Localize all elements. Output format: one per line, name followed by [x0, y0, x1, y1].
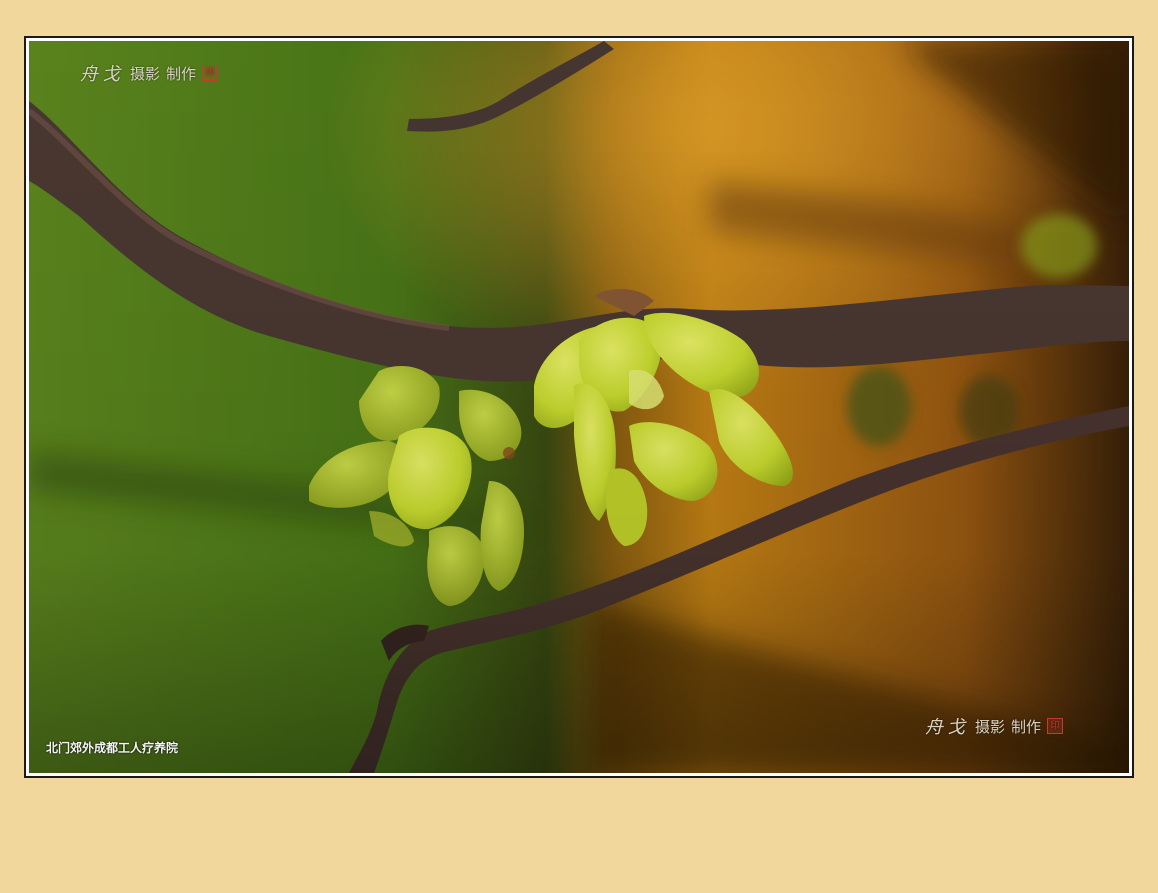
- watermark-label: 摄影: [130, 64, 161, 83]
- watermark-label: 摄影: [975, 717, 1006, 736]
- signature: 舟戈: [925, 717, 969, 738]
- watermark-made: 制作: [1011, 717, 1042, 736]
- wintersweet-photo: [29, 41, 1129, 773]
- photo-caption: 北门郊外成都工人疗养院: [46, 741, 179, 755]
- seal-icon: 印: [202, 65, 219, 81]
- photo: [29, 41, 1129, 773]
- seal-icon: 印: [1047, 718, 1064, 734]
- signature: 舟戈: [80, 64, 124, 85]
- watermark-top: 舟戈 摄影 制作 印: [80, 60, 219, 86]
- watermark-bottom: 舟戈 摄影 制作 印: [925, 713, 1064, 739]
- watermark-made: 制作: [166, 64, 197, 83]
